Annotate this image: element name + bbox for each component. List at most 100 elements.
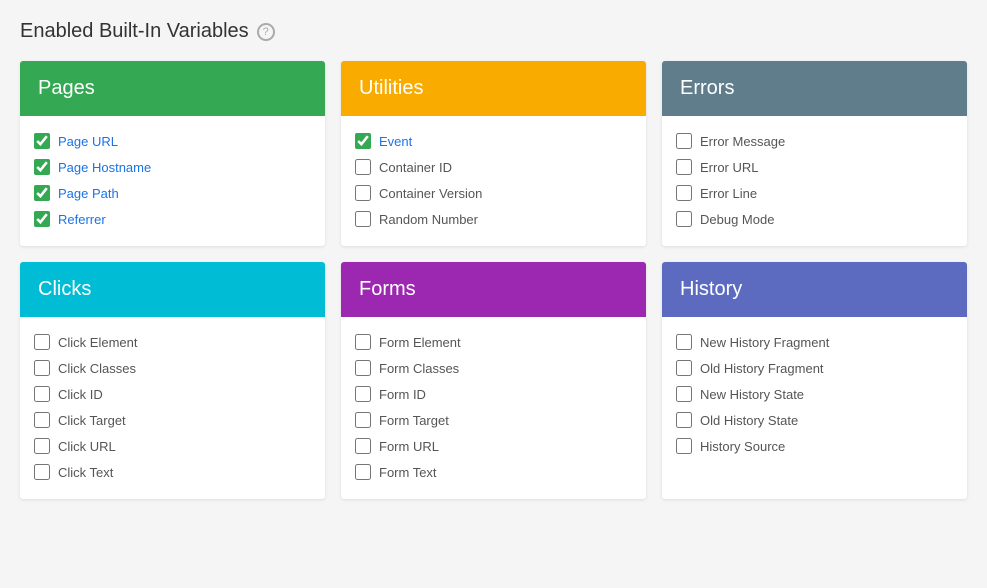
checkbox-label-forms-0[interactable]: Form Element xyxy=(379,335,461,350)
checkbox-history-4[interactable] xyxy=(676,438,692,454)
checkbox-label-utilities-0[interactable]: Event xyxy=(379,134,412,149)
list-item: Click ID xyxy=(34,381,311,407)
card-header-history: History xyxy=(662,262,967,317)
list-item: Error Message xyxy=(676,128,953,154)
checkbox-label-forms-4[interactable]: Form URL xyxy=(379,439,439,454)
checkbox-label-utilities-2[interactable]: Container Version xyxy=(379,186,482,201)
list-item: Container Version xyxy=(355,180,632,206)
checkbox-errors-3[interactable] xyxy=(676,211,692,227)
checkbox-errors-2[interactable] xyxy=(676,185,692,201)
card-clicks: Clicks Click Element Click Classes Click ID… xyxy=(20,262,325,499)
checkbox-forms-2[interactable] xyxy=(355,386,371,402)
checkbox-label-forms-2[interactable]: Form ID xyxy=(379,387,426,402)
card-header-clicks: Clicks xyxy=(20,262,325,317)
checkbox-pages-2[interactable] xyxy=(34,185,50,201)
checkbox-label-clicks-3[interactable]: Click Target xyxy=(58,413,126,428)
list-item: Click Element xyxy=(34,329,311,355)
list-item: Referrer xyxy=(34,206,311,232)
card-body-errors: Error Message Error URL Error Line Debug Mo… xyxy=(662,116,967,246)
list-item: Form ID xyxy=(355,381,632,407)
checkbox-pages-3[interactable] xyxy=(34,211,50,227)
checkbox-label-pages-0[interactable]: Page URL xyxy=(58,134,118,149)
checkbox-label-forms-5[interactable]: Form Text xyxy=(379,465,437,480)
list-item: Debug Mode xyxy=(676,206,953,232)
checkbox-label-pages-2[interactable]: Page Path xyxy=(58,186,119,201)
checkbox-forms-1[interactable] xyxy=(355,360,371,376)
checkbox-label-clicks-4[interactable]: Click URL xyxy=(58,439,116,454)
checkbox-history-0[interactable] xyxy=(676,334,692,350)
list-item: Page URL xyxy=(34,128,311,154)
checkbox-label-history-1[interactable]: Old History Fragment xyxy=(700,361,824,376)
checkbox-label-utilities-3[interactable]: Random Number xyxy=(379,212,478,227)
checkbox-label-errors-0[interactable]: Error Message xyxy=(700,134,785,149)
checkbox-label-history-4[interactable]: History Source xyxy=(700,439,785,454)
list-item: Form URL xyxy=(355,433,632,459)
checkbox-label-history-3[interactable]: Old History State xyxy=(700,413,798,428)
checkbox-forms-0[interactable] xyxy=(355,334,371,350)
list-item: History Source xyxy=(676,433,953,459)
help-icon[interactable]: ? xyxy=(257,23,275,41)
checkbox-clicks-0[interactable] xyxy=(34,334,50,350)
checkbox-errors-0[interactable] xyxy=(676,133,692,149)
checkbox-history-3[interactable] xyxy=(676,412,692,428)
checkbox-history-2[interactable] xyxy=(676,386,692,402)
checkbox-clicks-3[interactable] xyxy=(34,412,50,428)
checkbox-pages-0[interactable] xyxy=(34,133,50,149)
list-item: Event xyxy=(355,128,632,154)
checkbox-label-forms-1[interactable]: Form Classes xyxy=(379,361,459,376)
checkbox-label-history-0[interactable]: New History Fragment xyxy=(700,335,829,350)
list-item: Click Classes xyxy=(34,355,311,381)
card-header-pages: Pages xyxy=(20,61,325,116)
checkbox-utilities-2[interactable] xyxy=(355,185,371,201)
list-item: Error URL xyxy=(676,154,953,180)
list-item: Click URL xyxy=(34,433,311,459)
card-body-clicks: Click Element Click Classes Click ID Click … xyxy=(20,317,325,499)
checkbox-label-forms-3[interactable]: Form Target xyxy=(379,413,449,428)
checkbox-label-errors-1[interactable]: Error URL xyxy=(700,160,759,175)
card-header-errors: Errors xyxy=(662,61,967,116)
card-utilities: UtilitiesEventContainer IDContainer Vers… xyxy=(341,61,646,246)
card-forms: FormsForm ElementForm ClassesForm IDForm… xyxy=(341,262,646,499)
list-item: Page Path xyxy=(34,180,311,206)
checkbox-utilities-0[interactable] xyxy=(355,133,371,149)
checkbox-label-clicks-5[interactable]: Click Text xyxy=(58,465,113,480)
checkbox-label-clicks-0[interactable]: Click Element xyxy=(58,335,137,350)
checkbox-label-clicks-2[interactable]: Click ID xyxy=(58,387,103,402)
checkbox-label-utilities-1[interactable]: Container ID xyxy=(379,160,452,175)
variables-grid: Pages Page URL Page Hostname Page Path Refer… xyxy=(20,61,967,499)
checkbox-label-errors-2[interactable]: Error Line xyxy=(700,186,757,201)
card-header-forms: Forms xyxy=(341,262,646,317)
checkbox-utilities-3[interactable] xyxy=(355,211,371,227)
checkbox-label-errors-3[interactable]: Debug Mode xyxy=(700,212,774,227)
page-title: Enabled Built-In Variables xyxy=(20,20,249,43)
list-item: Form Classes xyxy=(355,355,632,381)
list-item: New History Fragment xyxy=(676,329,953,355)
checkbox-clicks-5[interactable] xyxy=(34,464,50,480)
card-body-utilities: Event Container ID Container Version Random… xyxy=(341,116,646,246)
list-item: Form Target xyxy=(355,407,632,433)
checkbox-utilities-1[interactable] xyxy=(355,159,371,175)
checkbox-history-1[interactable] xyxy=(676,360,692,376)
list-item: Click Target xyxy=(34,407,311,433)
checkbox-clicks-2[interactable] xyxy=(34,386,50,402)
checkbox-errors-1[interactable] xyxy=(676,159,692,175)
checkbox-label-pages-1[interactable]: Page Hostname xyxy=(58,160,151,175)
checkbox-forms-4[interactable] xyxy=(355,438,371,454)
list-item: Random Number xyxy=(355,206,632,232)
list-item: Page Hostname xyxy=(34,154,311,180)
checkbox-forms-5[interactable] xyxy=(355,464,371,480)
card-body-forms: Form Element Form Classes Form ID Form Targ… xyxy=(341,317,646,499)
list-item: New History State xyxy=(676,381,953,407)
list-item: Error Line xyxy=(676,180,953,206)
checkbox-clicks-4[interactable] xyxy=(34,438,50,454)
checkbox-label-clicks-1[interactable]: Click Classes xyxy=(58,361,136,376)
card-history: History New History Fragment Old History F… xyxy=(662,262,967,499)
card-errors: Errors Error Message Error URL Error Line De… xyxy=(662,61,967,246)
checkbox-label-pages-3[interactable]: Referrer xyxy=(58,212,106,227)
checkbox-pages-1[interactable] xyxy=(34,159,50,175)
list-item: Old History Fragment xyxy=(676,355,953,381)
list-item: Form Element xyxy=(355,329,632,355)
checkbox-forms-3[interactable] xyxy=(355,412,371,428)
checkbox-clicks-1[interactable] xyxy=(34,360,50,376)
checkbox-label-history-2[interactable]: New History State xyxy=(700,387,804,402)
